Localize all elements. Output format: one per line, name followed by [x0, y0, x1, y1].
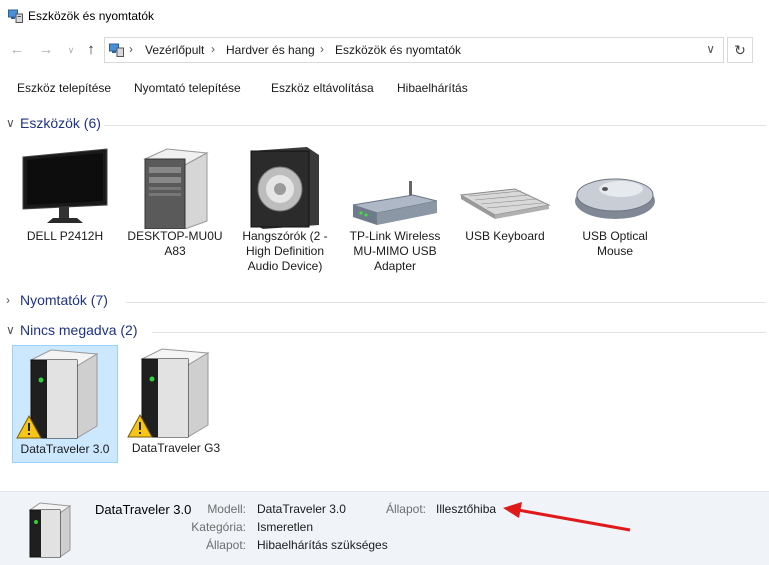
window-title: Eszközök és nyomtatók	[28, 9, 155, 23]
recent-locations-chevron-icon[interactable]: ∨	[62, 41, 80, 59]
devices-printers-icon	[8, 9, 23, 23]
device-label: USB Keyboard	[465, 229, 545, 243]
device-item[interactable]: DELL P2412H	[15, 143, 115, 244]
details-device-name: DataTraveler 3.0	[95, 502, 192, 517]
group-title: Eszközök (6)	[20, 115, 101, 131]
navigation-bar: ← → ∨ ↑ › Vezérlőpult › Hardver és hang …	[0, 32, 769, 70]
chevron-down-icon[interactable]: ∨	[6, 323, 15, 337]
group-header-devices[interactable]: ∨ Eszközök (6)	[6, 115, 766, 135]
device-label: Hangszórók (2 - High Definition Audio De…	[242, 229, 328, 273]
details-model-label: Modell:	[207, 502, 246, 516]
devices-printers-icon	[109, 43, 124, 57]
title-bar: Eszközök és nyomtatók	[0, 0, 769, 32]
command-bar: Eszköz telepítése Nyomtató telepítése Es…	[0, 73, 769, 103]
group-header-printers[interactable]: › Nyomtatók (7)	[6, 292, 766, 312]
device-label: DataTraveler 3.0	[20, 442, 110, 456]
group-header-unspecified[interactable]: ∨ Nincs megadva (2)	[6, 322, 766, 342]
breadcrumb-control-panel[interactable]: Vezérlőpult	[145, 43, 204, 57]
address-dropdown-icon[interactable]: ∨	[706, 42, 715, 56]
monitor-icon	[22, 148, 108, 223]
details-state-value: Illesztőhiba	[436, 502, 497, 516]
device-label: USB Optical Mouse	[582, 229, 648, 258]
group-divider	[152, 332, 766, 333]
remove-device-button[interactable]: Eszköz eltávolítása	[271, 81, 374, 95]
usb-drive-warning-icon	[16, 349, 99, 439]
back-arrow-icon[interactable]: ←	[8, 41, 26, 59]
breadcrumb-separator-icon[interactable]: ›	[129, 42, 133, 56]
device-label: DataTraveler G3	[131, 441, 221, 455]
speaker-icon	[250, 147, 319, 229]
group-divider	[104, 125, 766, 126]
device-label: TP-Link Wireless MU-MIMO USB Adapter	[349, 229, 441, 273]
group-divider	[126, 302, 766, 303]
troubleshoot-button[interactable]: Hibaelhárítás	[397, 81, 468, 95]
details-state-label: Állapot:	[385, 502, 426, 516]
device-item-selected[interactable]: DataTraveler 3.0	[12, 345, 118, 463]
usb-drive-warning-icon	[127, 348, 210, 438]
device-item[interactable]: Hangszórók (2 - High Definition Audio De…	[235, 143, 335, 274]
forward-arrow-icon[interactable]: →	[37, 41, 55, 59]
usb-drive-icon	[28, 502, 72, 558]
details-category-value: Ismeretlen	[257, 520, 314, 534]
device-item[interactable]: TP-Link Wireless MU-MIMO USB Adapter	[345, 143, 445, 274]
details-pane: DataTraveler 3.0 Modell: DataTraveler 3.…	[0, 491, 769, 565]
chevron-down-icon[interactable]: ∨	[6, 116, 15, 130]
device-item[interactable]: DESKTOP-MU0U A83	[125, 143, 225, 259]
device-item[interactable]: DataTraveler G3	[123, 345, 229, 463]
computer-tower-icon	[143, 148, 209, 230]
breadcrumb-hardware-sound[interactable]: Hardver és hang	[226, 43, 315, 57]
details-status-label: Állapot:	[205, 538, 246, 552]
device-item[interactable]: USB Optical Mouse	[565, 143, 665, 259]
breadcrumb-devices-printers[interactable]: Eszközök és nyomtatók	[335, 43, 461, 57]
network-adapter-icon	[352, 181, 438, 225]
device-label: DESKTOP-MU0U A83	[127, 229, 223, 258]
keyboard-icon	[459, 188, 551, 219]
address-bar[interactable]: › Vezérlőpult › Hardver és hang › Eszköz…	[104, 37, 724, 63]
details-status-value: Hibaelhárítás szükséges	[257, 538, 388, 552]
device-label: DELL P2412H	[26, 229, 104, 243]
refresh-icon[interactable]: ↻	[727, 37, 753, 63]
add-printer-button[interactable]: Nyomtató telepítése	[134, 81, 241, 95]
up-arrow-icon[interactable]: ↑	[82, 41, 100, 59]
add-device-button[interactable]: Eszköz telepítése	[17, 81, 111, 95]
group-title: Nincs megadva (2)	[20, 322, 138, 338]
details-model-value: DataTraveler 3.0	[257, 502, 346, 516]
breadcrumb-separator-icon[interactable]: ›	[320, 42, 324, 56]
breadcrumb-separator-icon[interactable]: ›	[211, 42, 215, 56]
chevron-right-icon[interactable]: ›	[6, 293, 10, 307]
details-category-label: Kategória:	[191, 520, 246, 534]
group-title: Nyomtatók (7)	[20, 292, 108, 308]
device-item[interactable]: USB Keyboard	[455, 143, 555, 244]
mouse-icon	[575, 178, 655, 219]
